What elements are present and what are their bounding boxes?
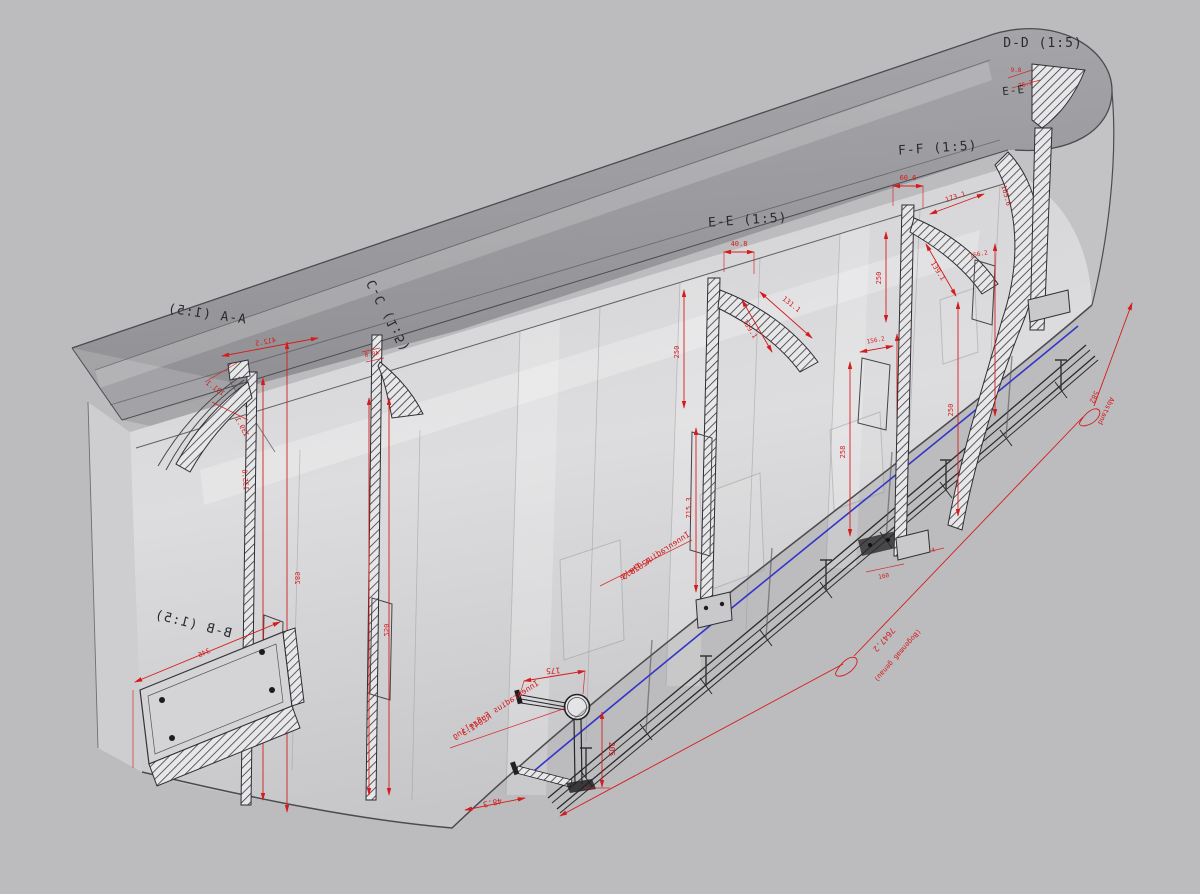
dim-rail-175: 175 bbox=[545, 666, 560, 676]
dim-ee-250: 250 bbox=[673, 346, 681, 359]
dim-mid-160: 160 bbox=[878, 572, 890, 581]
dim-ee-715-3: 715.3 bbox=[685, 497, 693, 518]
section-marker-ee: E-E bbox=[1002, 83, 1026, 98]
dim-offset-caption: Abstand bbox=[1096, 396, 1116, 426]
section-label-dd: D-D (1:5) bbox=[1003, 36, 1082, 51]
cad-viewport[interactable]: 412.5 131.1 139.1 135.6 289 220 772 A-A … bbox=[0, 0, 1200, 894]
dim-offset-582: 582 bbox=[1088, 389, 1101, 404]
post bbox=[574, 719, 582, 784]
footrail-tube-circle bbox=[565, 695, 590, 720]
dim-arc-caption: (Bogenmaß genau) bbox=[872, 627, 922, 683]
dim-dd-9-8: 9.8 bbox=[1011, 67, 1022, 74]
dim-cc-250: 250 bbox=[382, 624, 390, 637]
dim-arc-length: 7647.2 bbox=[871, 626, 897, 654]
dim-mid-258: 258 bbox=[839, 446, 847, 459]
dim-ff-250b: 250 bbox=[947, 404, 955, 417]
dim-ff-250: 250 bbox=[875, 272, 883, 285]
drawing-canvas: 412.5 131.1 139.1 135.6 289 220 772 A-A … bbox=[0, 0, 1200, 894]
dim-aa-289: 289 bbox=[293, 572, 301, 585]
dim-ff-60-6: 60.6 bbox=[900, 174, 917, 182]
dim-ee-40-8: 40.8 bbox=[731, 240, 748, 248]
dim-rail-205: 205 bbox=[607, 742, 616, 757]
